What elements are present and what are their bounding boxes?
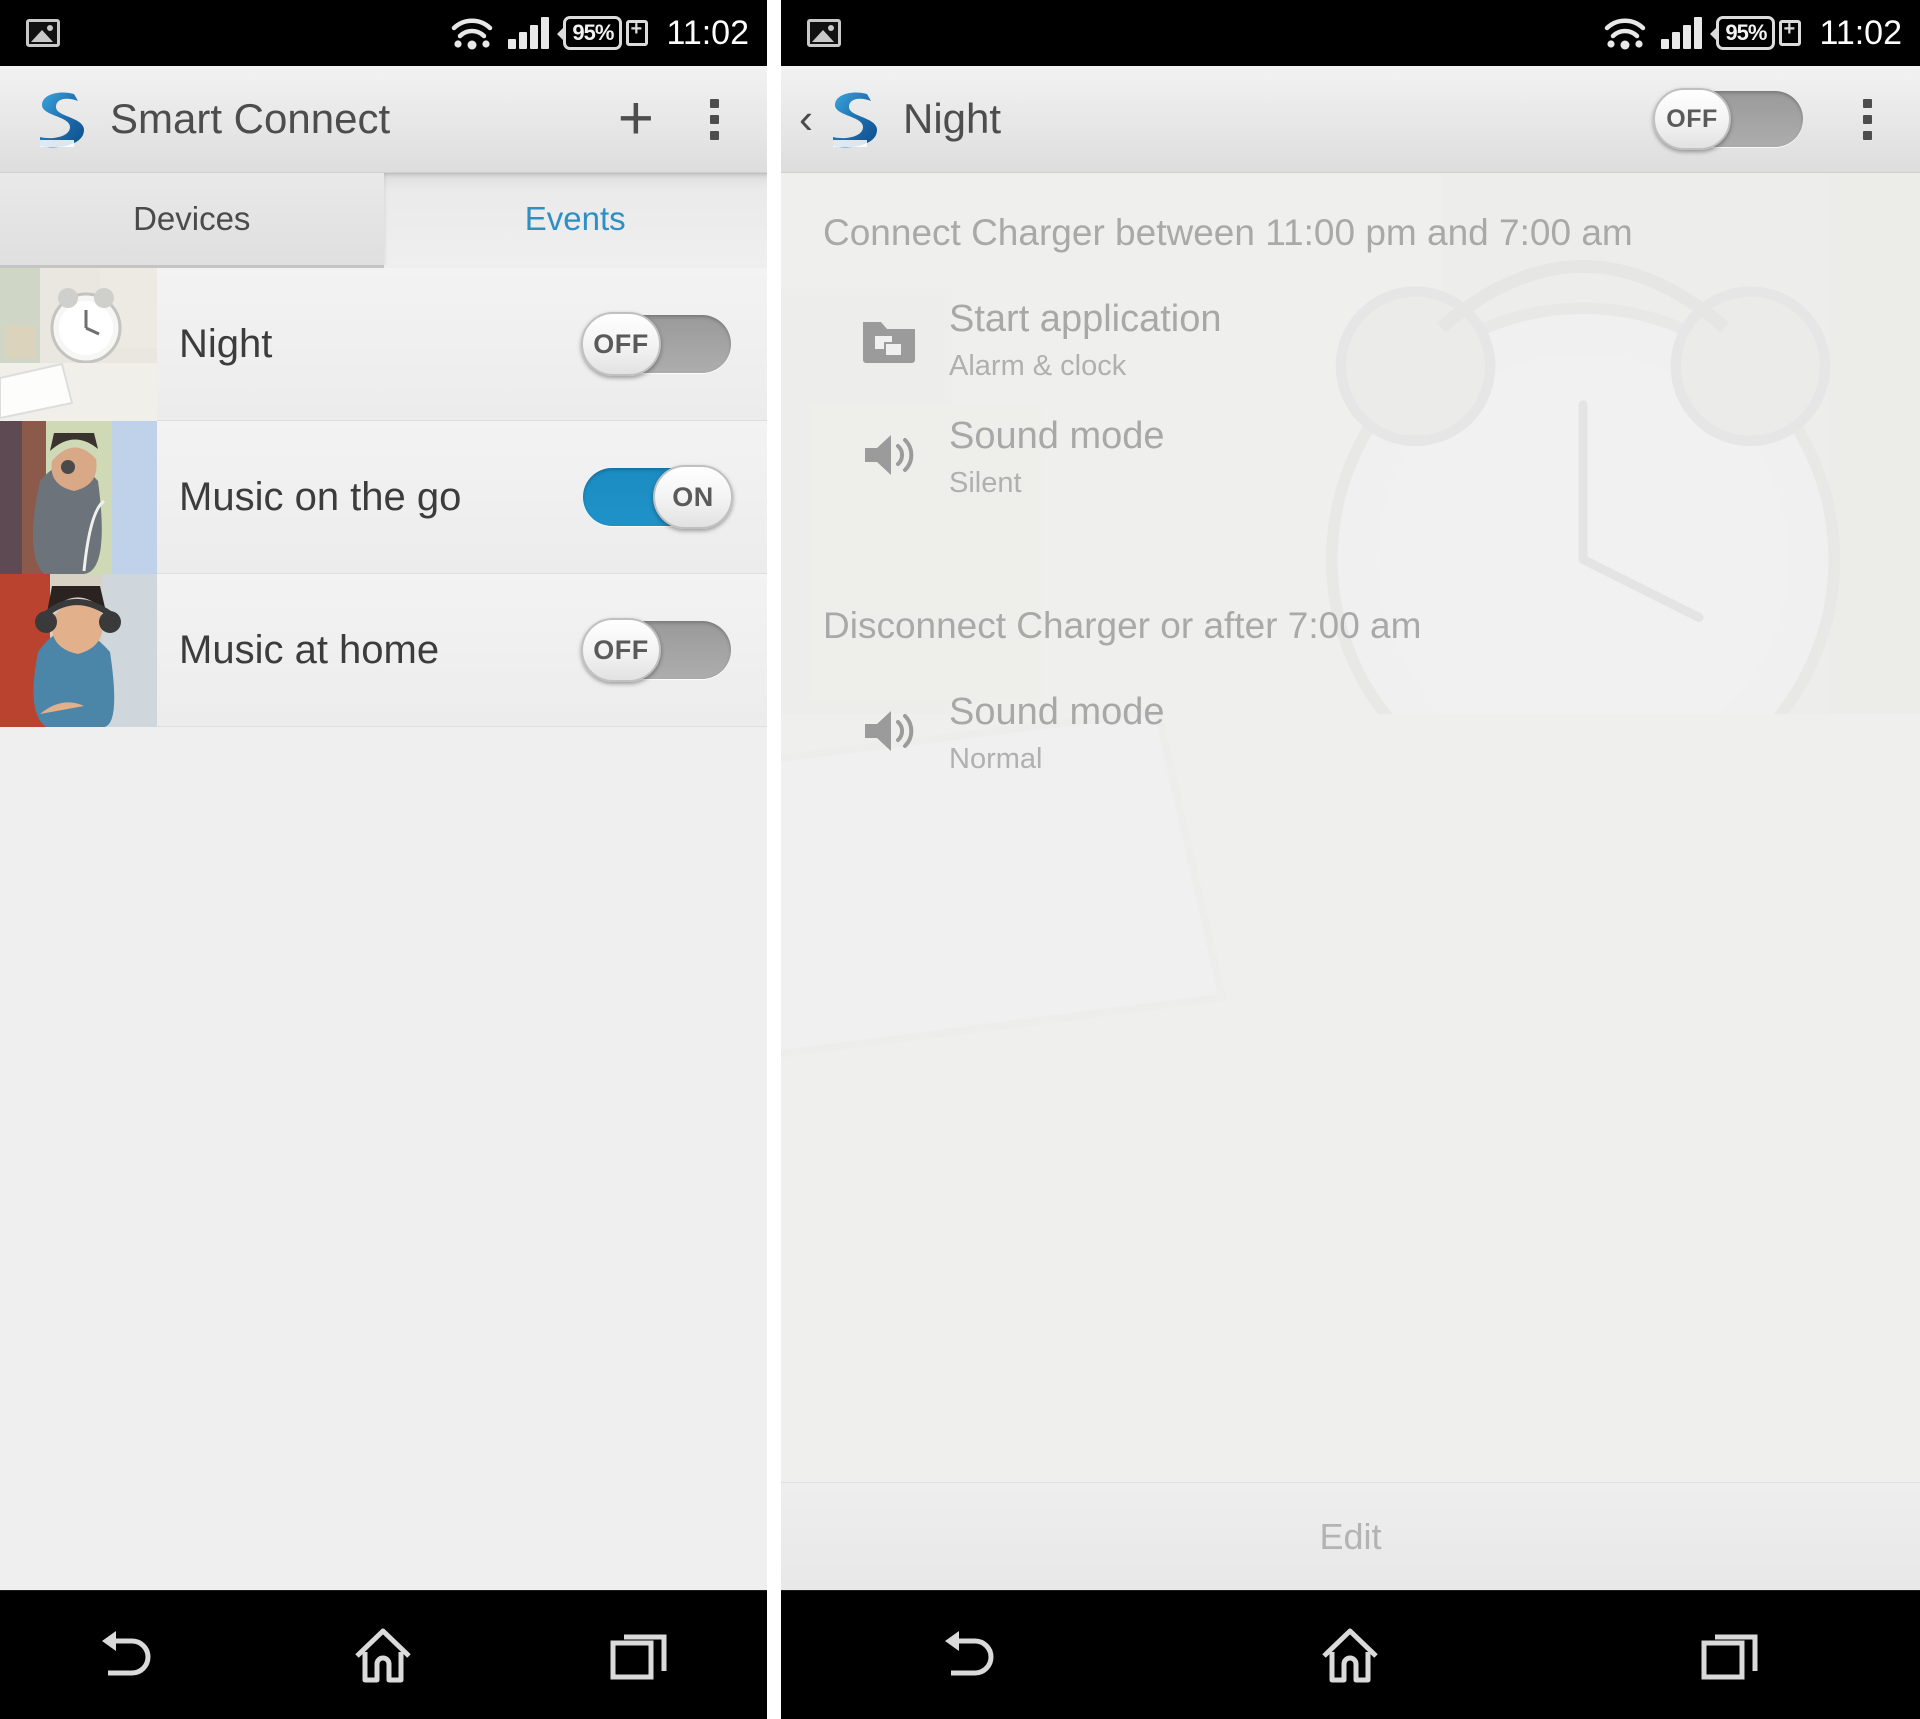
tab-events[interactable]: Events bbox=[383, 173, 767, 268]
status-bar-indicators: 95% 11:02 bbox=[450, 14, 749, 53]
tab-events-label: Events bbox=[524, 200, 626, 237]
battery-level-label: 95% bbox=[572, 20, 614, 45]
detail-sections: Connect Charger between 11:00 pm and 7:0… bbox=[781, 173, 1920, 792]
page-title: Smart Connect bbox=[110, 95, 391, 142]
alarm-clock-photo bbox=[0, 268, 157, 421]
action-text-group: Sound mode Silent bbox=[949, 415, 1165, 500]
event-detail-content: Connect Charger between 11:00 pm and 7:0… bbox=[781, 173, 1920, 1590]
tab-devices-label: Devices bbox=[133, 200, 251, 237]
status-bar-notifications bbox=[807, 19, 841, 47]
edit-button-label: Edit bbox=[1319, 1515, 1382, 1557]
overflow-menu-icon[interactable] bbox=[690, 91, 739, 148]
section-divider-space bbox=[823, 516, 1880, 602]
man-headphones-photo bbox=[0, 420, 157, 574]
overflow-menu-icon[interactable] bbox=[1843, 91, 1892, 148]
action-primary-label: Sound mode bbox=[949, 691, 1165, 734]
battery-level-label: 95% bbox=[1725, 20, 1767, 45]
status-bar-indicators: 95% 11:02 bbox=[1603, 14, 1902, 53]
events-list: Night OFF Music on the go ON Music at ho… bbox=[0, 268, 767, 1590]
start-application-icon bbox=[861, 312, 923, 364]
action-secondary-label: Alarm & clock bbox=[949, 350, 1127, 383]
page-title: Night bbox=[903, 95, 1002, 142]
tab-bar: Devices Events bbox=[0, 173, 767, 268]
add-event-button[interactable]: + bbox=[600, 88, 672, 150]
action-row-sound-mode-normal[interactable]: Sound mode Normal bbox=[823, 675, 1880, 792]
list-item[interactable]: Music on the go ON bbox=[0, 420, 767, 574]
tab-devices[interactable]: Devices bbox=[0, 173, 384, 268]
battery-icon: 95% bbox=[1710, 16, 1802, 50]
event-enable-toggle[interactable]: OFF bbox=[1653, 88, 1803, 150]
battery-icon: 95% bbox=[557, 16, 649, 50]
smart-connect-logo-icon bbox=[30, 88, 90, 150]
event-toggle[interactable]: OFF bbox=[581, 618, 731, 682]
woman-headphones-photo bbox=[0, 573, 157, 727]
toggle-knob-label: ON bbox=[653, 465, 733, 529]
photo-icon bbox=[26, 19, 60, 47]
action-bar-left: Smart Connect + bbox=[0, 66, 767, 173]
action-primary-label: Start application bbox=[949, 298, 1222, 341]
signal-icon bbox=[508, 17, 550, 49]
toggle-knob-label: OFF bbox=[581, 312, 661, 376]
smart-connect-logo-icon bbox=[823, 88, 883, 150]
battery-charging-icon bbox=[626, 17, 649, 46]
navigation-bar-left bbox=[0, 1590, 767, 1719]
action-secondary-label: Silent bbox=[949, 466, 1022, 499]
right-phone-screen: 95% 11:02 ‹ Night OFF bbox=[781, 0, 1920, 1719]
action-row-sound-mode-silent[interactable]: Sound mode Silent bbox=[823, 399, 1880, 516]
recents-icon[interactable] bbox=[1645, 1591, 1815, 1719]
back-chevron-icon[interactable]: ‹ bbox=[799, 98, 813, 140]
navigation-bar-right bbox=[781, 1590, 1920, 1719]
back-icon[interactable] bbox=[43, 1591, 213, 1719]
toggle-knob-label: OFF bbox=[1653, 88, 1731, 150]
action-text-group: Sound mode Normal bbox=[949, 691, 1165, 776]
signal-icon bbox=[1661, 17, 1703, 49]
wifi-icon bbox=[1603, 16, 1647, 50]
edit-button[interactable]: Edit bbox=[781, 1482, 1920, 1590]
battery-charging-icon bbox=[1779, 17, 1802, 46]
event-toggle[interactable]: OFF bbox=[581, 312, 731, 376]
status-bar-notifications bbox=[26, 19, 60, 47]
left-phone-screen: 95% 11:02 Smart Connect + bbox=[0, 0, 781, 1719]
section-title-disconnect: Disconnect Charger or after 7:00 am bbox=[823, 604, 1422, 646]
dual-screenshot-container: 95% 11:02 Smart Connect + bbox=[0, 0, 1920, 1719]
action-bar-right: ‹ Night OFF bbox=[781, 66, 1920, 173]
list-item[interactable]: Night OFF bbox=[0, 268, 767, 421]
status-bar-clock: 11:02 bbox=[1819, 13, 1902, 52]
action-secondary-label: Normal bbox=[949, 742, 1043, 775]
section-title-connect: Connect Charger between 11:00 pm and 7:0… bbox=[823, 212, 1633, 253]
action-row-start-application[interactable]: Start application Alarm & clock bbox=[823, 282, 1880, 399]
event-name: Music on the go bbox=[179, 474, 462, 519]
recents-icon[interactable] bbox=[554, 1591, 724, 1719]
home-icon[interactable] bbox=[298, 1591, 468, 1719]
action-primary-label: Sound mode bbox=[949, 415, 1165, 458]
wifi-icon bbox=[450, 16, 494, 50]
sound-mode-icon bbox=[861, 429, 923, 481]
list-item[interactable]: Music at home OFF bbox=[0, 573, 767, 727]
toggle-knob-label: OFF bbox=[581, 618, 661, 682]
action-text-group: Start application Alarm & clock bbox=[949, 298, 1222, 383]
sound-mode-icon bbox=[861, 705, 923, 757]
status-bar-left: 95% 11:02 bbox=[0, 0, 767, 66]
event-name: Music at home bbox=[179, 627, 440, 672]
photo-icon bbox=[807, 19, 841, 47]
back-icon[interactable] bbox=[886, 1591, 1056, 1719]
event-name: Night bbox=[179, 321, 273, 366]
status-bar-clock: 11:02 bbox=[666, 13, 749, 52]
status-bar-right: 95% 11:02 bbox=[781, 0, 1920, 66]
home-icon[interactable] bbox=[1265, 1591, 1435, 1719]
event-toggle[interactable]: ON bbox=[583, 465, 733, 529]
